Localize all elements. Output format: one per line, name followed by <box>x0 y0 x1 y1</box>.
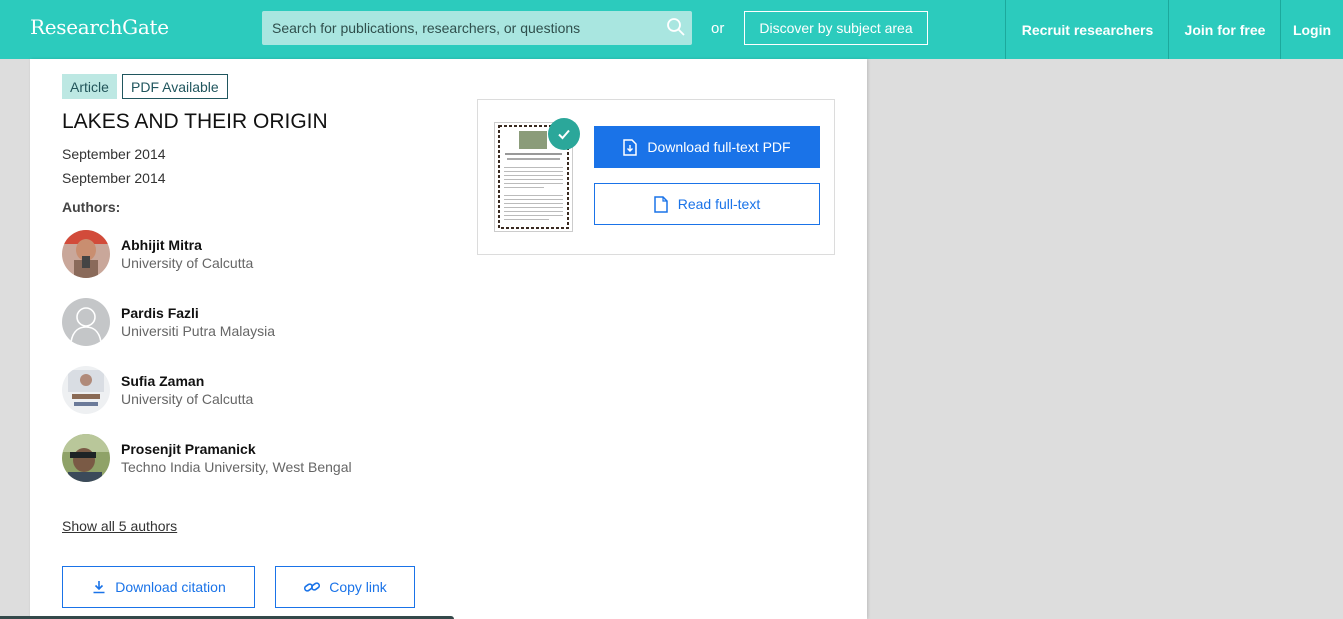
author-avatar[interactable] <box>62 298 110 346</box>
author-affiliation: Techno India University, West Bengal <box>121 459 352 475</box>
author-avatar[interactable] <box>62 230 110 278</box>
author-item[interactable]: Pardis Fazli Universiti Putra Malaysia <box>62 298 422 348</box>
download-citation-button[interactable]: Download citation <box>62 566 255 608</box>
author-affiliation: Universiti Putra Malaysia <box>121 323 276 339</box>
search-box[interactable] <box>262 11 692 45</box>
author-name[interactable]: Sufia Zaman <box>121 373 204 389</box>
publication-date: September 2014 <box>62 146 166 162</box>
pdf-available-check-icon <box>548 118 580 150</box>
top-navigation-bar: ResearchGate or Discover by subject area… <box>0 0 1343 59</box>
search-input[interactable] <box>262 11 652 45</box>
join-for-free-link[interactable]: Join for free <box>1168 0 1281 59</box>
article-type-badge: Article <box>62 74 117 99</box>
authors-label: Authors: <box>62 199 121 215</box>
publication-card: Article PDF Available LAKES AND THEIR OR… <box>30 59 867 619</box>
login-link[interactable]: Login <box>1280 0 1343 59</box>
pdf-available-badge: PDF Available <box>122 74 228 99</box>
author-photo-icon <box>62 230 110 278</box>
author-item[interactable]: Sufia Zaman University of Calcutta <box>62 366 422 416</box>
author-item[interactable]: Abhijit Mitra University of Calcutta <box>62 230 422 280</box>
copy-link-label: Copy link <box>329 579 387 595</box>
show-all-authors-link[interactable]: Show all 5 authors <box>62 518 177 534</box>
author-avatar[interactable] <box>62 434 110 482</box>
publication-date-secondary: September 2014 <box>62 170 166 186</box>
author-affiliation: University of Calcutta <box>121 255 254 271</box>
recruit-researchers-link[interactable]: Recruit researchers <box>1005 0 1169 59</box>
download-citation-label: Download citation <box>115 579 226 595</box>
publication-title: LAKES AND THEIR ORIGIN <box>62 110 328 133</box>
link-icon <box>304 582 321 592</box>
author-photo-icon <box>62 434 110 482</box>
author-avatar[interactable] <box>62 366 110 414</box>
or-separator: or <box>711 20 725 37</box>
author-item[interactable]: Prosenjit Pramanick Techno India Univers… <box>62 434 422 484</box>
search-icon[interactable] <box>666 17 686 37</box>
default-user-icon <box>62 298 110 346</box>
download-fulltext-pdf-button[interactable]: Download full-text PDF <box>594 126 820 168</box>
download-fulltext-label: Download full-text PDF <box>647 139 791 155</box>
document-icon <box>654 195 668 213</box>
fulltext-panel: Download full-text PDF Read full-text <box>477 99 835 255</box>
author-affiliation: University of Calcutta <box>121 391 254 407</box>
author-name[interactable]: Pardis Fazli <box>121 305 199 321</box>
read-fulltext-label: Read full-text <box>677 196 761 212</box>
discover-subject-button[interactable]: Discover by subject area <box>744 11 928 45</box>
copy-link-button[interactable]: Copy link <box>275 566 415 608</box>
author-name[interactable]: Abhijit Mitra <box>121 237 202 253</box>
author-photo-icon <box>62 366 110 414</box>
read-fulltext-button[interactable]: Read full-text <box>594 183 820 225</box>
researchgate-logo[interactable]: ResearchGate <box>30 15 169 39</box>
download-icon <box>93 581 105 594</box>
author-name[interactable]: Prosenjit Pramanick <box>121 441 256 457</box>
pdf-download-icon <box>623 138 638 156</box>
